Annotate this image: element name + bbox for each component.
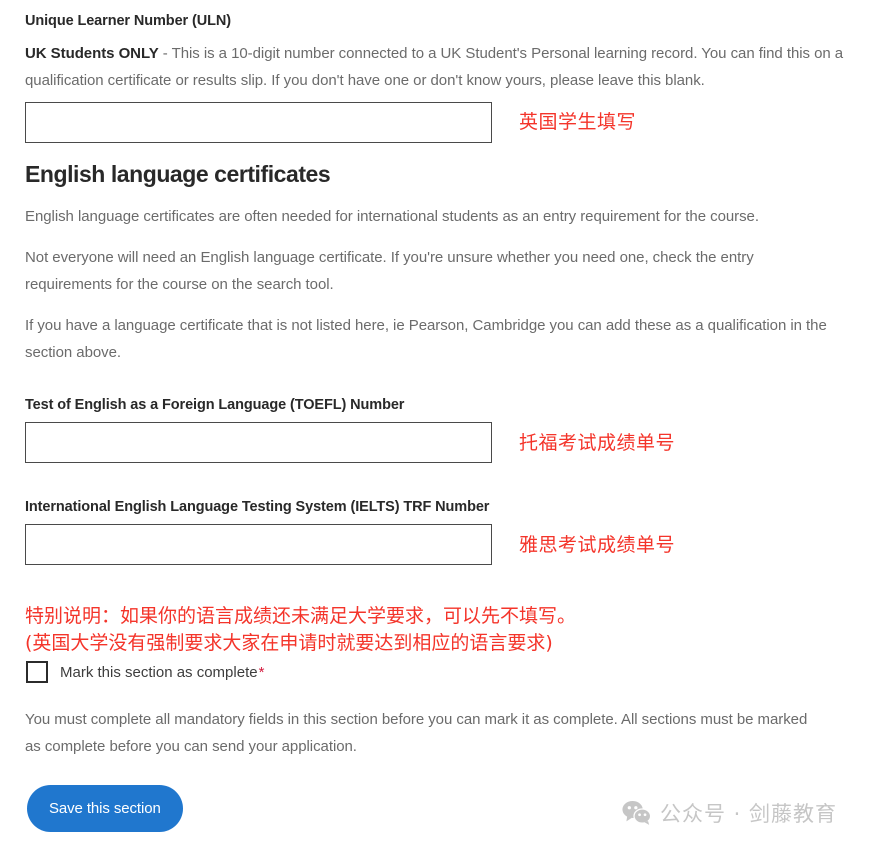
- uln-heading: Unique Learner Number (ULN): [25, 13, 231, 29]
- wechat-icon: [622, 800, 652, 826]
- watermark: 公众号 · 剑藤教育: [622, 798, 837, 828]
- ielts-annotation: 雅思考试成绩单号: [519, 534, 676, 556]
- toefl-label: Test of English as a Foreign Language (T…: [25, 397, 405, 413]
- ielts-label: International English Language Testing S…: [25, 499, 490, 515]
- english-certificates-paragraph-3: If you have a language certificate that …: [25, 317, 827, 361]
- english-certificates-heading: English language certificates: [25, 161, 331, 187]
- uln-description-bold: UK Students ONLY: [25, 45, 159, 62]
- english-certificates-paragraph-1: English language certificates are often …: [25, 208, 759, 225]
- uln-description: UK Students ONLY - This is a 10-digit nu…: [25, 40, 857, 94]
- red-note-line-1: 特别说明：如果你的语言成绩还未满足大学要求，可以先不填写。: [25, 605, 577, 627]
- watermark-text: 公众号 · 剑藤教育: [660, 802, 838, 826]
- red-note-line-2: (英国大学没有强制要求大家在申请时就要达到相应的语言要求): [25, 632, 553, 654]
- save-section-button[interactable]: Save this section: [27, 785, 183, 832]
- english-certificates-paragraph-2: Not everyone will need an English langua…: [25, 249, 754, 293]
- mandatory-fields-note: You must complete all mandatory fields i…: [25, 711, 808, 755]
- mark-complete-row[interactable]: Mark this section as complete*: [26, 661, 264, 683]
- mark-complete-label-text: Mark this section as complete: [60, 663, 258, 681]
- application-section-page: Unique Learner Number (ULN) UK Students …: [0, 0, 890, 846]
- toefl-input[interactable]: [25, 422, 492, 463]
- uln-input[interactable]: [25, 102, 492, 143]
- mark-complete-label: Mark this section as complete*: [60, 664, 264, 681]
- mark-complete-checkbox[interactable]: [26, 661, 48, 683]
- uln-annotation: 英国学生填写: [519, 111, 637, 133]
- ielts-input[interactable]: [25, 524, 492, 565]
- required-asterisk: *: [258, 663, 265, 681]
- toefl-annotation: 托福考试成绩单号: [519, 432, 676, 454]
